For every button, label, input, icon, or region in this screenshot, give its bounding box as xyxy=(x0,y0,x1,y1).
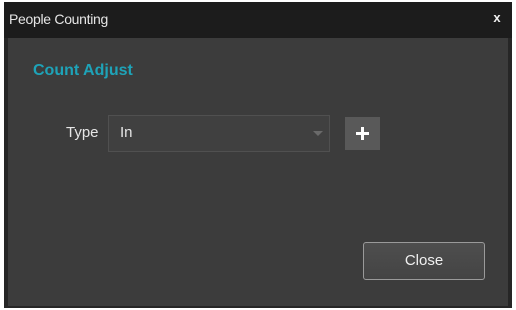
type-select-value: In xyxy=(120,124,133,141)
title-bar: People Counting x xyxy=(4,2,512,38)
type-label: Type xyxy=(66,124,99,141)
chevron-down-icon xyxy=(313,131,323,136)
close-icon[interactable]: x xyxy=(489,9,505,27)
window-title: People Counting xyxy=(9,11,109,27)
section-heading: Count Adjust xyxy=(33,62,133,79)
dialog-content: Count Adjust Type In Close xyxy=(8,38,508,306)
add-button[interactable] xyxy=(345,117,380,150)
type-select[interactable]: In xyxy=(108,115,330,152)
people-counting-dialog: People Counting x Count Adjust Type In C… xyxy=(4,2,512,308)
close-button[interactable]: Close xyxy=(363,242,485,280)
